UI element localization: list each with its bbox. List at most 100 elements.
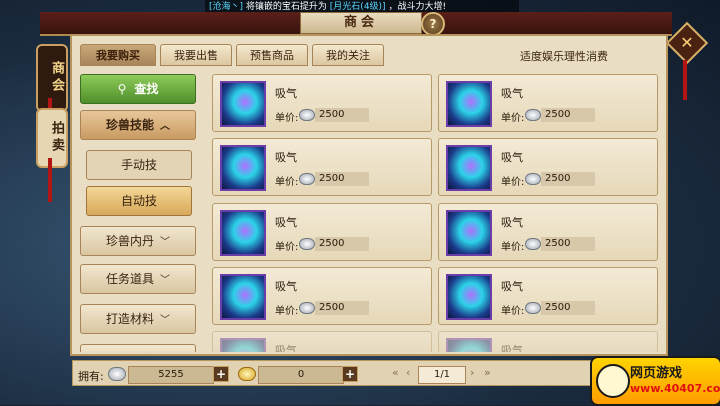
item-price: 2500 [315,237,369,251]
site-watermark-logo: 网页游戏 www.40407.com [590,356,720,406]
item-card[interactable]: 吸气 单价: 2500 [212,203,432,261]
skill-book-icon [446,338,492,352]
next-page-button[interactable]: › [470,366,474,379]
ticker-player[interactable]: [沧海丶] [209,2,243,12]
silver-coin-icon [299,109,315,121]
skill-book-icon [220,210,266,256]
category-label: 任务道具 [105,272,154,286]
search-label: 查找 [134,82,159,96]
search-button[interactable]: ⚲ 查找 [80,74,196,104]
own-label: 拥有: [78,370,104,383]
ticker-gem-link[interactable]: [月光石(4级)] [330,2,386,12]
price-label: 单价: [501,242,525,253]
item-name: 吸气 [501,151,523,164]
side-tab-trade[interactable]: 商会 [36,44,68,112]
add-gold-button[interactable]: + [342,366,358,382]
mascot-icon [596,364,630,398]
category-label: 珍兽技能 [105,118,154,132]
item-card[interactable]: 吸气 [438,331,658,352]
skill-book-icon [446,81,492,127]
health-notice: 适度娱乐理性消费 [520,50,608,63]
price-label: 单价: [275,242,299,253]
item-price: 2500 [541,172,595,186]
item-card[interactable]: 吸气 单价: 2500 [438,74,658,132]
item-price: 2500 [315,172,369,186]
help-button[interactable]: ? [421,12,445,36]
category-more[interactable] [80,344,196,352]
tab-presale[interactable]: 预售商品 [236,44,308,66]
side-tab-auction[interactable]: 拍卖 [36,108,68,168]
chevron-down-icon: ﹀ [160,275,170,286]
silver-coin-icon [525,173,541,185]
silver-coin-icon [525,238,541,250]
item-name: 吸气 [275,216,297,229]
ticker-text: 将镶嵌的宝石提升为 [245,2,327,12]
item-grid: 吸气 单价: 2500 吸气 单价: 2500 吸气 单价: 2500 吸气 单… [208,70,664,352]
category-label: 珍兽内丹 [105,234,154,248]
silver-amount: 5255 [128,366,214,384]
skill-book-icon [220,274,266,320]
price-label: 单价: [275,306,299,317]
silver-coin-icon [525,302,541,314]
price-label: 单价: [501,306,525,317]
price-label: 单价: [501,177,525,188]
item-name: 吸气 [275,151,297,164]
item-card[interactable]: 吸气 单价: 2500 [438,203,658,261]
tassel-decoration [48,158,52,202]
page-indicator: 1/1 [418,366,466,384]
category-craft-materials[interactable]: 打造材料 ﹀ [80,304,196,334]
chevron-up-icon: ︿ [160,121,170,132]
price-label: 单价: [501,113,525,124]
skill-book-icon [446,274,492,320]
subcategory-auto-skill[interactable]: 自动技 [86,186,192,216]
category-menu: ⚲ 查找 珍兽技能 ︿ 手动技 自动技 珍兽内丹 ﹀ 任务道具 ﹀ 打造材料 ﹀ [78,70,200,352]
first-page-button[interactable]: « [392,366,399,379]
item-price: 2500 [315,301,369,315]
item-price: 2500 [315,108,369,122]
tassel-decoration [683,60,687,100]
skill-book-icon [446,145,492,191]
close-button[interactable]: ✕ [665,21,709,65]
item-card[interactable]: 吸气 单价: 2500 [212,74,432,132]
silver-coin-icon [299,238,315,250]
silver-coin-icon [525,109,541,121]
item-card[interactable]: 吸气 单价: 2500 [212,267,432,325]
item-price: 2500 [541,301,595,315]
item-card[interactable]: 吸气 单价: 2500 [438,138,658,196]
category-beast-skill[interactable]: 珍兽技能 ︿ [80,110,196,140]
close-icon: ✕ [680,33,694,52]
chevron-down-icon: ﹀ [160,315,170,326]
silver-ingot-icon [108,367,126,381]
silver-coin-icon [299,173,315,185]
silver-coin-icon [299,302,315,314]
tab-watchlist[interactable]: 我的关注 [312,44,384,66]
gold-amount: 0 [258,366,344,384]
ticker-suffix: ，战斗力大增! [388,2,447,12]
skill-book-icon [220,338,266,352]
category-task-items[interactable]: 任务道具 ﹀ [80,264,196,294]
item-name: 吸气 [501,216,523,229]
gold-ingot-icon [238,367,256,381]
price-label: 单价: [275,177,299,188]
item-name: 吸气 [275,280,297,293]
item-card[interactable]: 吸气 单价: 2500 [212,138,432,196]
item-name: 吸气 [275,344,297,352]
tab-buy[interactable]: 我要购买 [80,44,156,66]
prev-page-button[interactable]: ‹ [406,366,410,379]
item-price: 2500 [541,108,595,122]
item-name: 吸气 [275,87,297,100]
skill-book-icon [446,210,492,256]
item-name: 吸气 [501,344,523,352]
item-card[interactable]: 吸气 单价: 2500 [438,267,658,325]
chevron-down-icon: ﹀ [160,237,170,248]
add-silver-button[interactable]: + [213,366,229,382]
category-beast-core[interactable]: 珍兽内丹 ﹀ [80,226,196,256]
subcategory-manual-skill[interactable]: 手动技 [86,150,192,180]
tab-sell[interactable]: 我要出售 [160,44,232,66]
magnifier-icon: ⚲ [117,82,127,96]
item-card[interactable]: 吸气 [212,331,432,352]
logo-url: www.40407.com [630,382,720,395]
logo-text: 网页游戏 [630,366,683,381]
last-page-button[interactable]: » [484,366,491,379]
window-title: 商会 [300,12,422,34]
